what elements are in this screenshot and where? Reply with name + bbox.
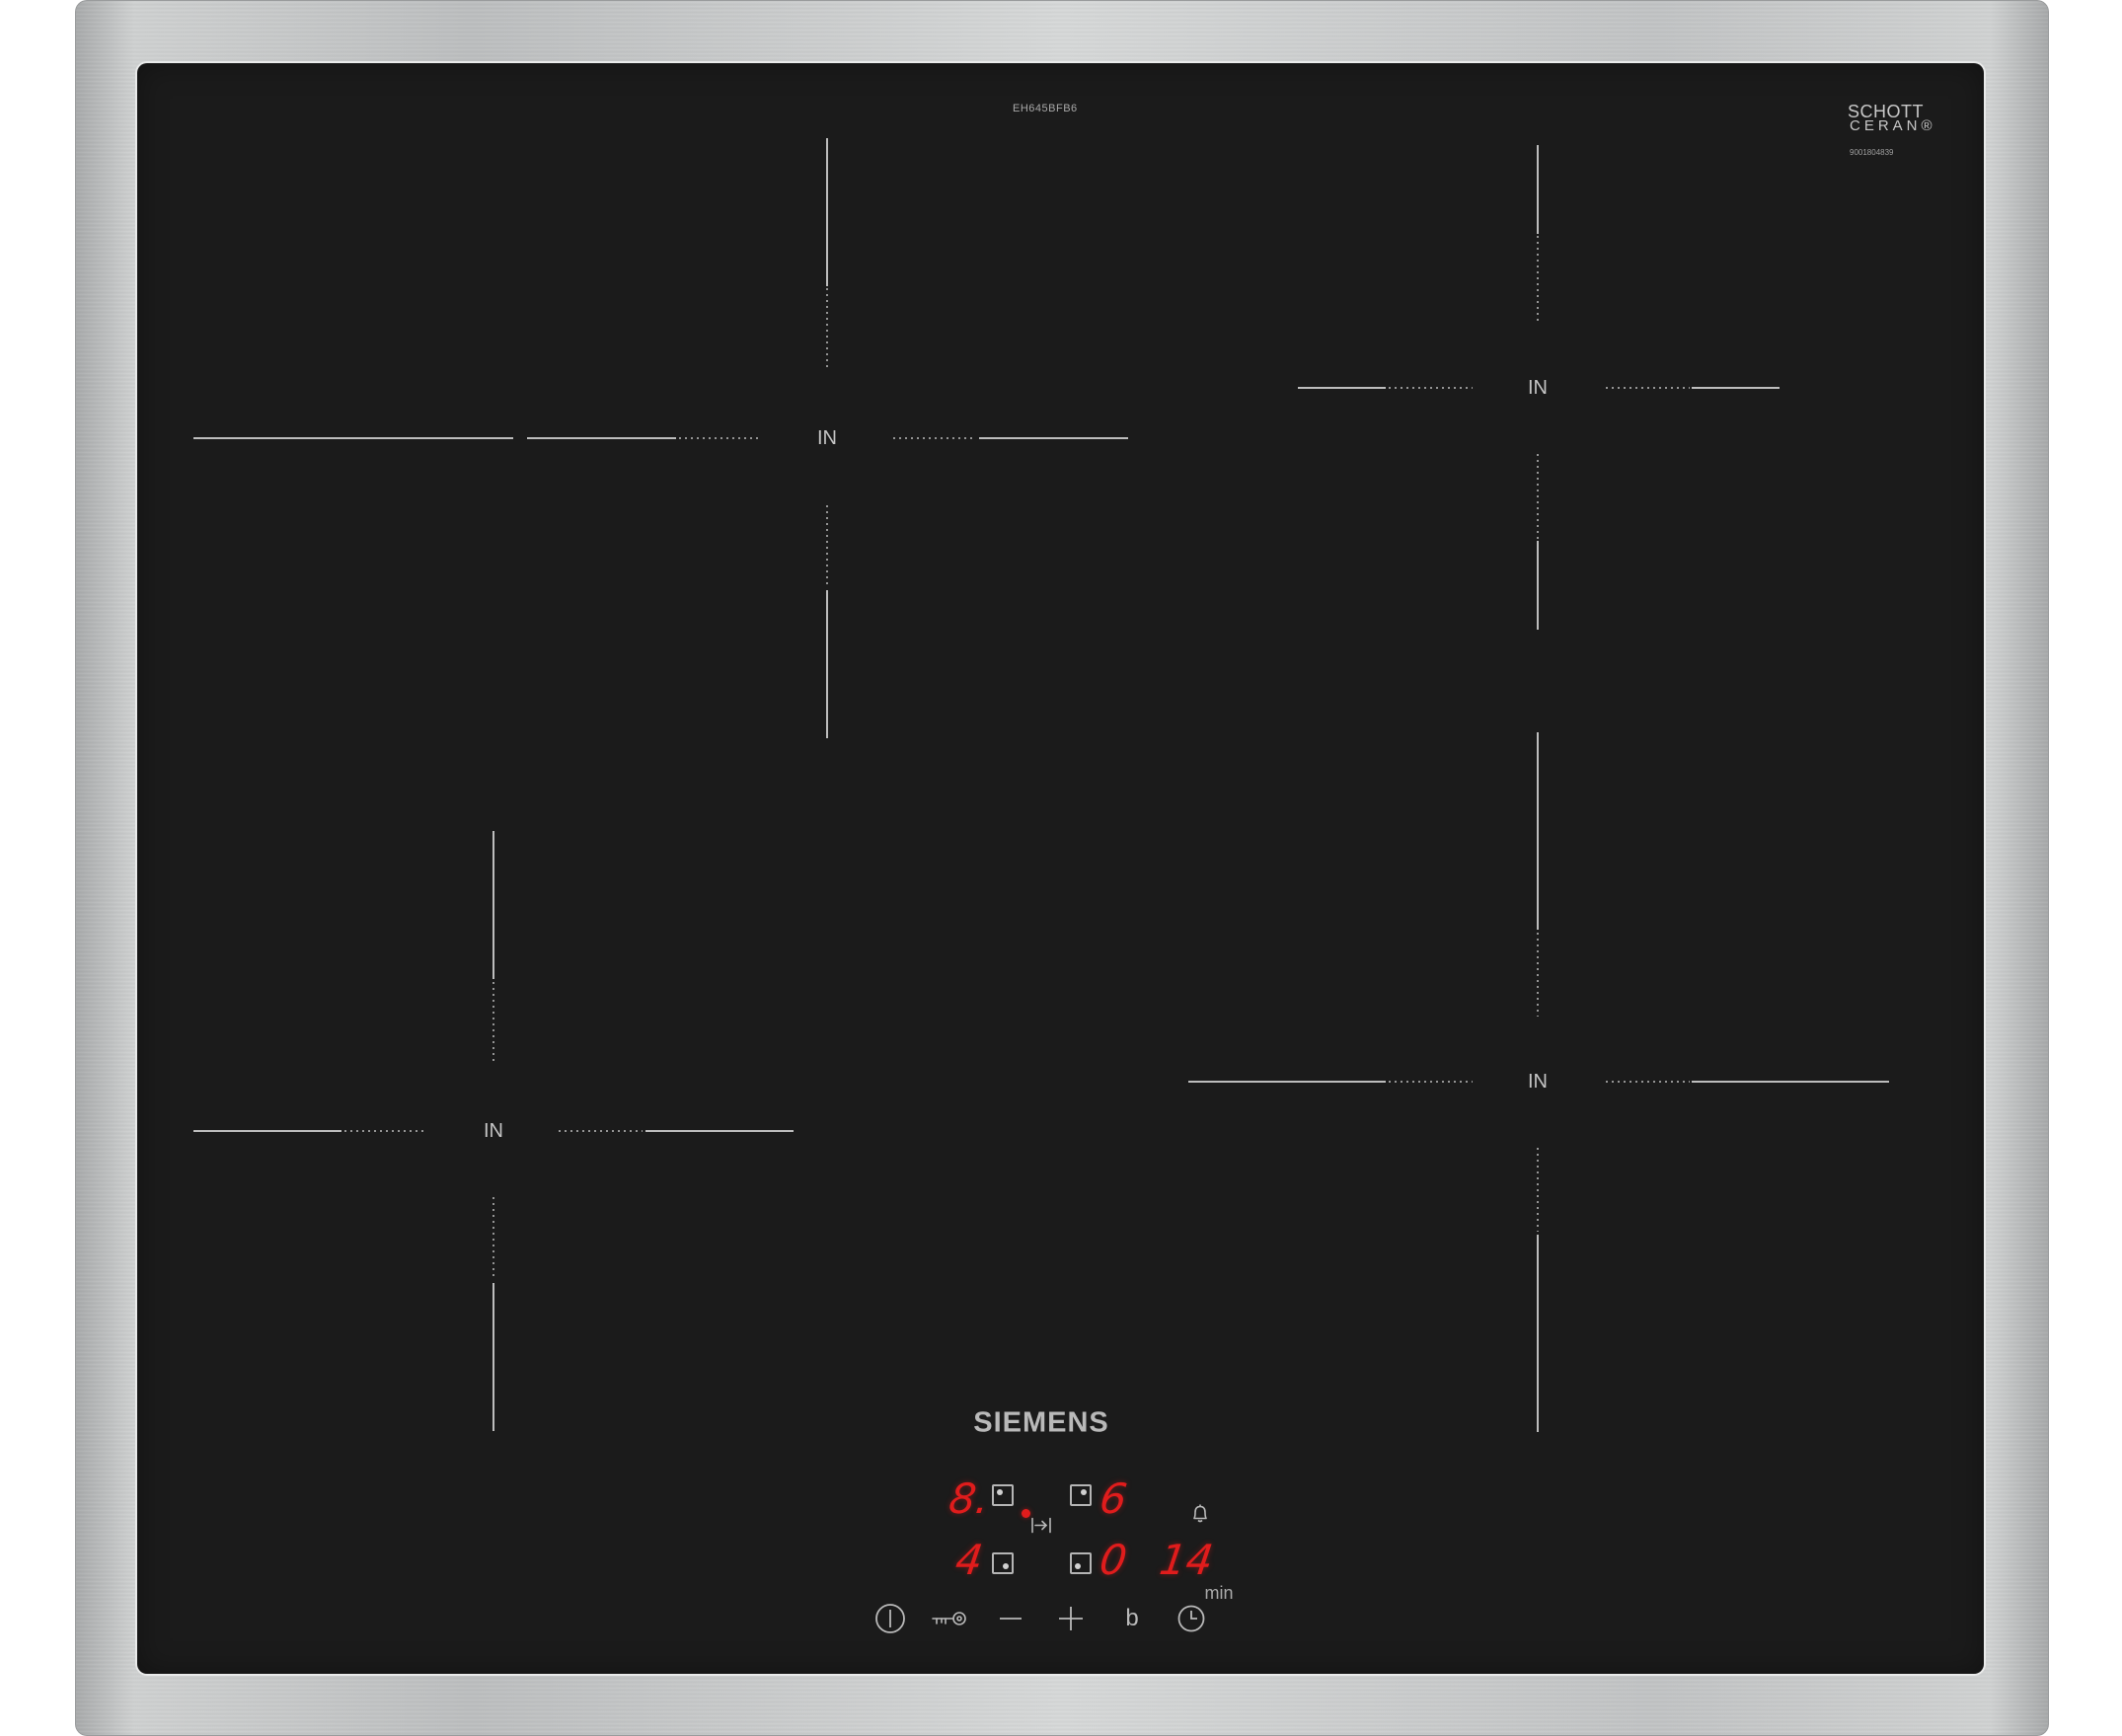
boost-button[interactable]: b [1110,1597,1154,1640]
schott-ceran-logo: SCHOTT CERAN® [1848,103,1936,154]
timer-button[interactable] [1170,1597,1213,1640]
power-button[interactable] [869,1597,912,1640]
timer-display: 14 [1156,1536,1217,1584]
zone-select-rear-left[interactable] [992,1484,1014,1506]
active-zone-indicator [1022,1509,1030,1518]
minus-button[interactable] [989,1597,1032,1640]
clock-icon [1177,1605,1205,1632]
plus-button[interactable] [1049,1597,1093,1640]
zone-label-front-left: IN [484,1120,503,1142]
rear-right-power-level: 6 [1097,1474,1130,1523]
model-number: EH645BFB6 [1013,103,1078,114]
zone-label-front-right: IN [1528,1071,1548,1093]
front-right-power-level: 0 [1097,1536,1130,1584]
zone-markings [193,138,1889,1432]
power-icon [875,1604,905,1633]
zone-label-rear-left: IN [817,427,837,449]
cooktop-product-image: EH645BFB6 SCHOTT CERAN® 9001804839 IN IN… [0,0,2122,1736]
zone-select-front-left[interactable] [992,1552,1014,1574]
serial-number: 9001804839 [1850,148,1894,157]
zone-select-front-right[interactable] [1070,1552,1092,1574]
front-left-power-level: 4 [952,1536,986,1584]
brand-logo: SIEMENS [973,1406,1109,1439]
arrow-to-bar-icon[interactable] [1030,1517,1052,1540]
zone-marking-rear-left [193,138,1128,738]
zone-select-rear-right[interactable] [1070,1484,1092,1506]
minus-icon [1000,1618,1022,1620]
boost-label: b [1125,1605,1139,1631]
child-lock-button[interactable] [928,1597,971,1640]
bell-icon[interactable] [1189,1503,1211,1530]
rear-left-power-level: 8. [946,1474,993,1523]
zone-label-rear-right: IN [1528,377,1548,399]
child-lock-key-icon [932,1612,966,1625]
schott-logo-line2: CERAN® [1850,117,1936,134]
plus-icon [1059,1607,1083,1630]
